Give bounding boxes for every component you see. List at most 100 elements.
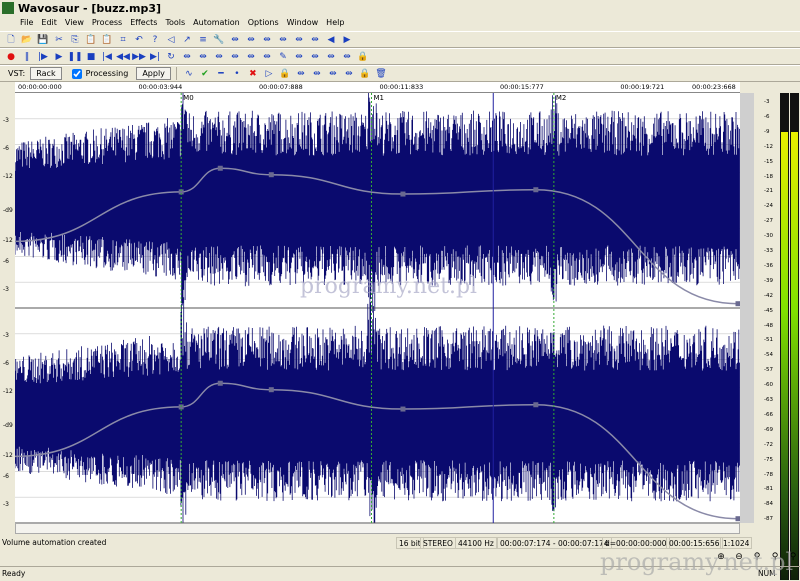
silence-icon[interactable]: ⇹ xyxy=(340,50,354,63)
db-label: -6 xyxy=(3,258,9,265)
record-icon[interactable]: ● xyxy=(4,50,18,63)
menu-file[interactable]: File xyxy=(16,17,37,31)
pause-icon[interactable]: ❚❚ xyxy=(67,50,82,63)
loop-left-icon[interactable]: ⇹ xyxy=(310,67,324,80)
menu-effects[interactable]: Effects xyxy=(126,17,161,31)
waveform-view[interactable]: M0 M1 M2 xyxy=(15,93,740,523)
menu-tools[interactable]: Tools xyxy=(161,17,189,31)
envelope-icon[interactable]: ∿ xyxy=(182,67,196,80)
db-label: -6 xyxy=(3,360,9,367)
line-icon[interactable]: ━ xyxy=(214,67,228,80)
loop-icon[interactable]: ↻ xyxy=(164,50,178,63)
marker-label: M1 xyxy=(373,94,384,102)
menu-bar: File Edit View Process Effects Tools Automatio… xyxy=(0,17,800,31)
menu-window[interactable]: Window xyxy=(283,17,323,31)
ready-text: Ready xyxy=(2,569,26,578)
meter-label: -9 xyxy=(764,128,770,135)
menu-automation[interactable]: Automation xyxy=(189,17,244,31)
zoom-in-marker-icon[interactable]: ⇹ xyxy=(276,33,290,46)
ruler-tick-label: 00:00:00:000 xyxy=(18,83,62,91)
menu-options[interactable]: Options xyxy=(244,17,283,31)
check-icon[interactable]: ✔ xyxy=(198,67,212,80)
meter-label: -57 xyxy=(764,367,773,374)
forward-icon[interactable]: ▶▶ xyxy=(132,50,146,63)
new-icon[interactable]: 🗋 xyxy=(4,33,18,46)
menu-view[interactable]: View xyxy=(61,17,88,31)
delete-icon[interactable]: ✖ xyxy=(246,67,260,80)
stretch-icon[interactable]: ⇹ xyxy=(228,33,242,46)
marker-icon[interactable]: ⇹ xyxy=(292,50,306,63)
ruler-tick-label: 00:00:11:833 xyxy=(379,83,424,91)
meter-label: -78 xyxy=(764,471,773,478)
normalize-icon[interactable]: ⇹ xyxy=(228,50,242,63)
menu-edit[interactable]: Edit xyxy=(37,17,61,31)
channels: STEREO xyxy=(420,537,456,549)
copy-window-icon[interactable]: ⇹ xyxy=(212,50,226,63)
paste-icon[interactable]: 📋 xyxy=(84,33,98,46)
lock-icon[interactable]: 🔒 xyxy=(356,50,370,63)
meter-label: -48 xyxy=(764,322,773,329)
eq-icon[interactable]: ⇹ xyxy=(244,50,258,63)
rack-button[interactable]: Rack xyxy=(30,67,62,80)
horizontal-scrollbar[interactable] xyxy=(15,523,740,534)
db-label: -12 xyxy=(3,173,13,180)
stretch2-icon[interactable]: ⇹ xyxy=(244,33,258,46)
menu-process[interactable]: Process xyxy=(88,17,126,31)
marker-left-icon[interactable]: ⇹ xyxy=(308,50,322,63)
db-label: -d9 xyxy=(3,422,13,429)
go-start-icon[interactable]: |◀ xyxy=(100,50,114,63)
undo-icon[interactable]: ↶ xyxy=(132,33,146,46)
pencil-icon[interactable]: ✎ xyxy=(276,50,290,63)
wrench-icon[interactable]: 🔧 xyxy=(212,33,226,46)
loop-cut-icon[interactable]: ⇹ xyxy=(342,67,356,80)
point-icon[interactable]: • xyxy=(230,67,244,80)
go-end-icon[interactable]: ▶| xyxy=(148,50,162,63)
menu-help[interactable]: Help xyxy=(322,17,348,31)
processing-checkbox[interactable] xyxy=(71,68,82,79)
marker-right-icon[interactable]: ⇹ xyxy=(324,50,338,63)
insert-icon[interactable]: ⇹ xyxy=(180,50,194,63)
lock2-icon[interactable]: 🔒 xyxy=(358,67,372,80)
crop-icon[interactable]: ⌗ xyxy=(116,33,130,46)
ruler-tick-label: 00:00:15:777 xyxy=(499,83,544,91)
window-title: Wavosaur - [buzz.mp3] xyxy=(18,2,162,15)
rewind-icon[interactable]: ◀◀ xyxy=(116,50,130,63)
analyze-icon[interactable]: ⇹ xyxy=(260,50,274,63)
left-arrow-icon[interactable]: ◀ xyxy=(324,33,338,46)
pause-record-icon[interactable]: ‖ xyxy=(20,50,34,63)
marker-label: M2 xyxy=(556,94,567,102)
save-icon[interactable]: 💾 xyxy=(36,33,50,46)
stop-icon[interactable]: ■ xyxy=(84,50,98,63)
trash-icon[interactable]: 🗑 xyxy=(374,67,388,80)
open-icon[interactable]: 📂 xyxy=(20,33,34,46)
meter-label: -45 xyxy=(764,307,773,314)
meter-label: -84 xyxy=(764,501,773,508)
envelope-point xyxy=(533,402,539,408)
speaker-icon[interactable]: ◁ xyxy=(164,33,178,46)
cut-icon[interactable]: ✂ xyxy=(52,33,66,46)
fit-icon[interactable]: ⇹ xyxy=(308,33,322,46)
loop-start-icon[interactable]: ⇹ xyxy=(294,67,308,80)
paste-mix-icon[interactable]: 📋 xyxy=(100,33,114,46)
toolbar-transport: ● ‖ |▶ ▶ ❚❚ ■ |◀ ◀◀ ▶▶ ▶| ↻ ⇹ ⇹ ⇹ ⇹ ⇹ ⇹ ✎ ⇹ ⇹ ⇹ ⇹ 🔒 xyxy=(0,48,800,65)
zoom-sel-icon[interactable]: ⇹ xyxy=(260,33,274,46)
help-icon[interactable]: ? xyxy=(148,33,162,46)
copy-icon[interactable]: ⎘ xyxy=(68,33,82,46)
meter-label: -6 xyxy=(764,113,770,120)
zoom-out-marker-icon[interactable]: ⇹ xyxy=(292,33,306,46)
play-from-start-icon[interactable]: |▶ xyxy=(36,50,50,63)
loop-right-icon[interactable]: ⇹ xyxy=(326,67,340,80)
lock-icon[interactable]: 🔒 xyxy=(278,67,292,80)
play-icon[interactable]: ▶ xyxy=(52,50,66,63)
apply-button[interactable]: Apply xyxy=(136,67,171,80)
play-selection-icon[interactable]: ▷ xyxy=(262,67,276,80)
meter-label: -69 xyxy=(764,426,773,433)
right-arrow-icon[interactable]: ▶ xyxy=(340,33,354,46)
settings-icon[interactable]: ≡ xyxy=(196,33,210,46)
db-scale: -3 -3 -6 -6 -12 -12 -d9 -d9 -12 -12 -6 -6 -3 -3 xyxy=(0,93,15,523)
route-icon[interactable]: ↗ xyxy=(180,33,194,46)
meter-right-channel xyxy=(790,93,799,580)
time-ruler[interactable]: 00:00:00:000 00:00:03:944 00:00:07:888 00:0… xyxy=(15,82,740,93)
app-icon xyxy=(2,2,14,14)
spectrum-icon[interactable]: ⇹ xyxy=(196,50,210,63)
